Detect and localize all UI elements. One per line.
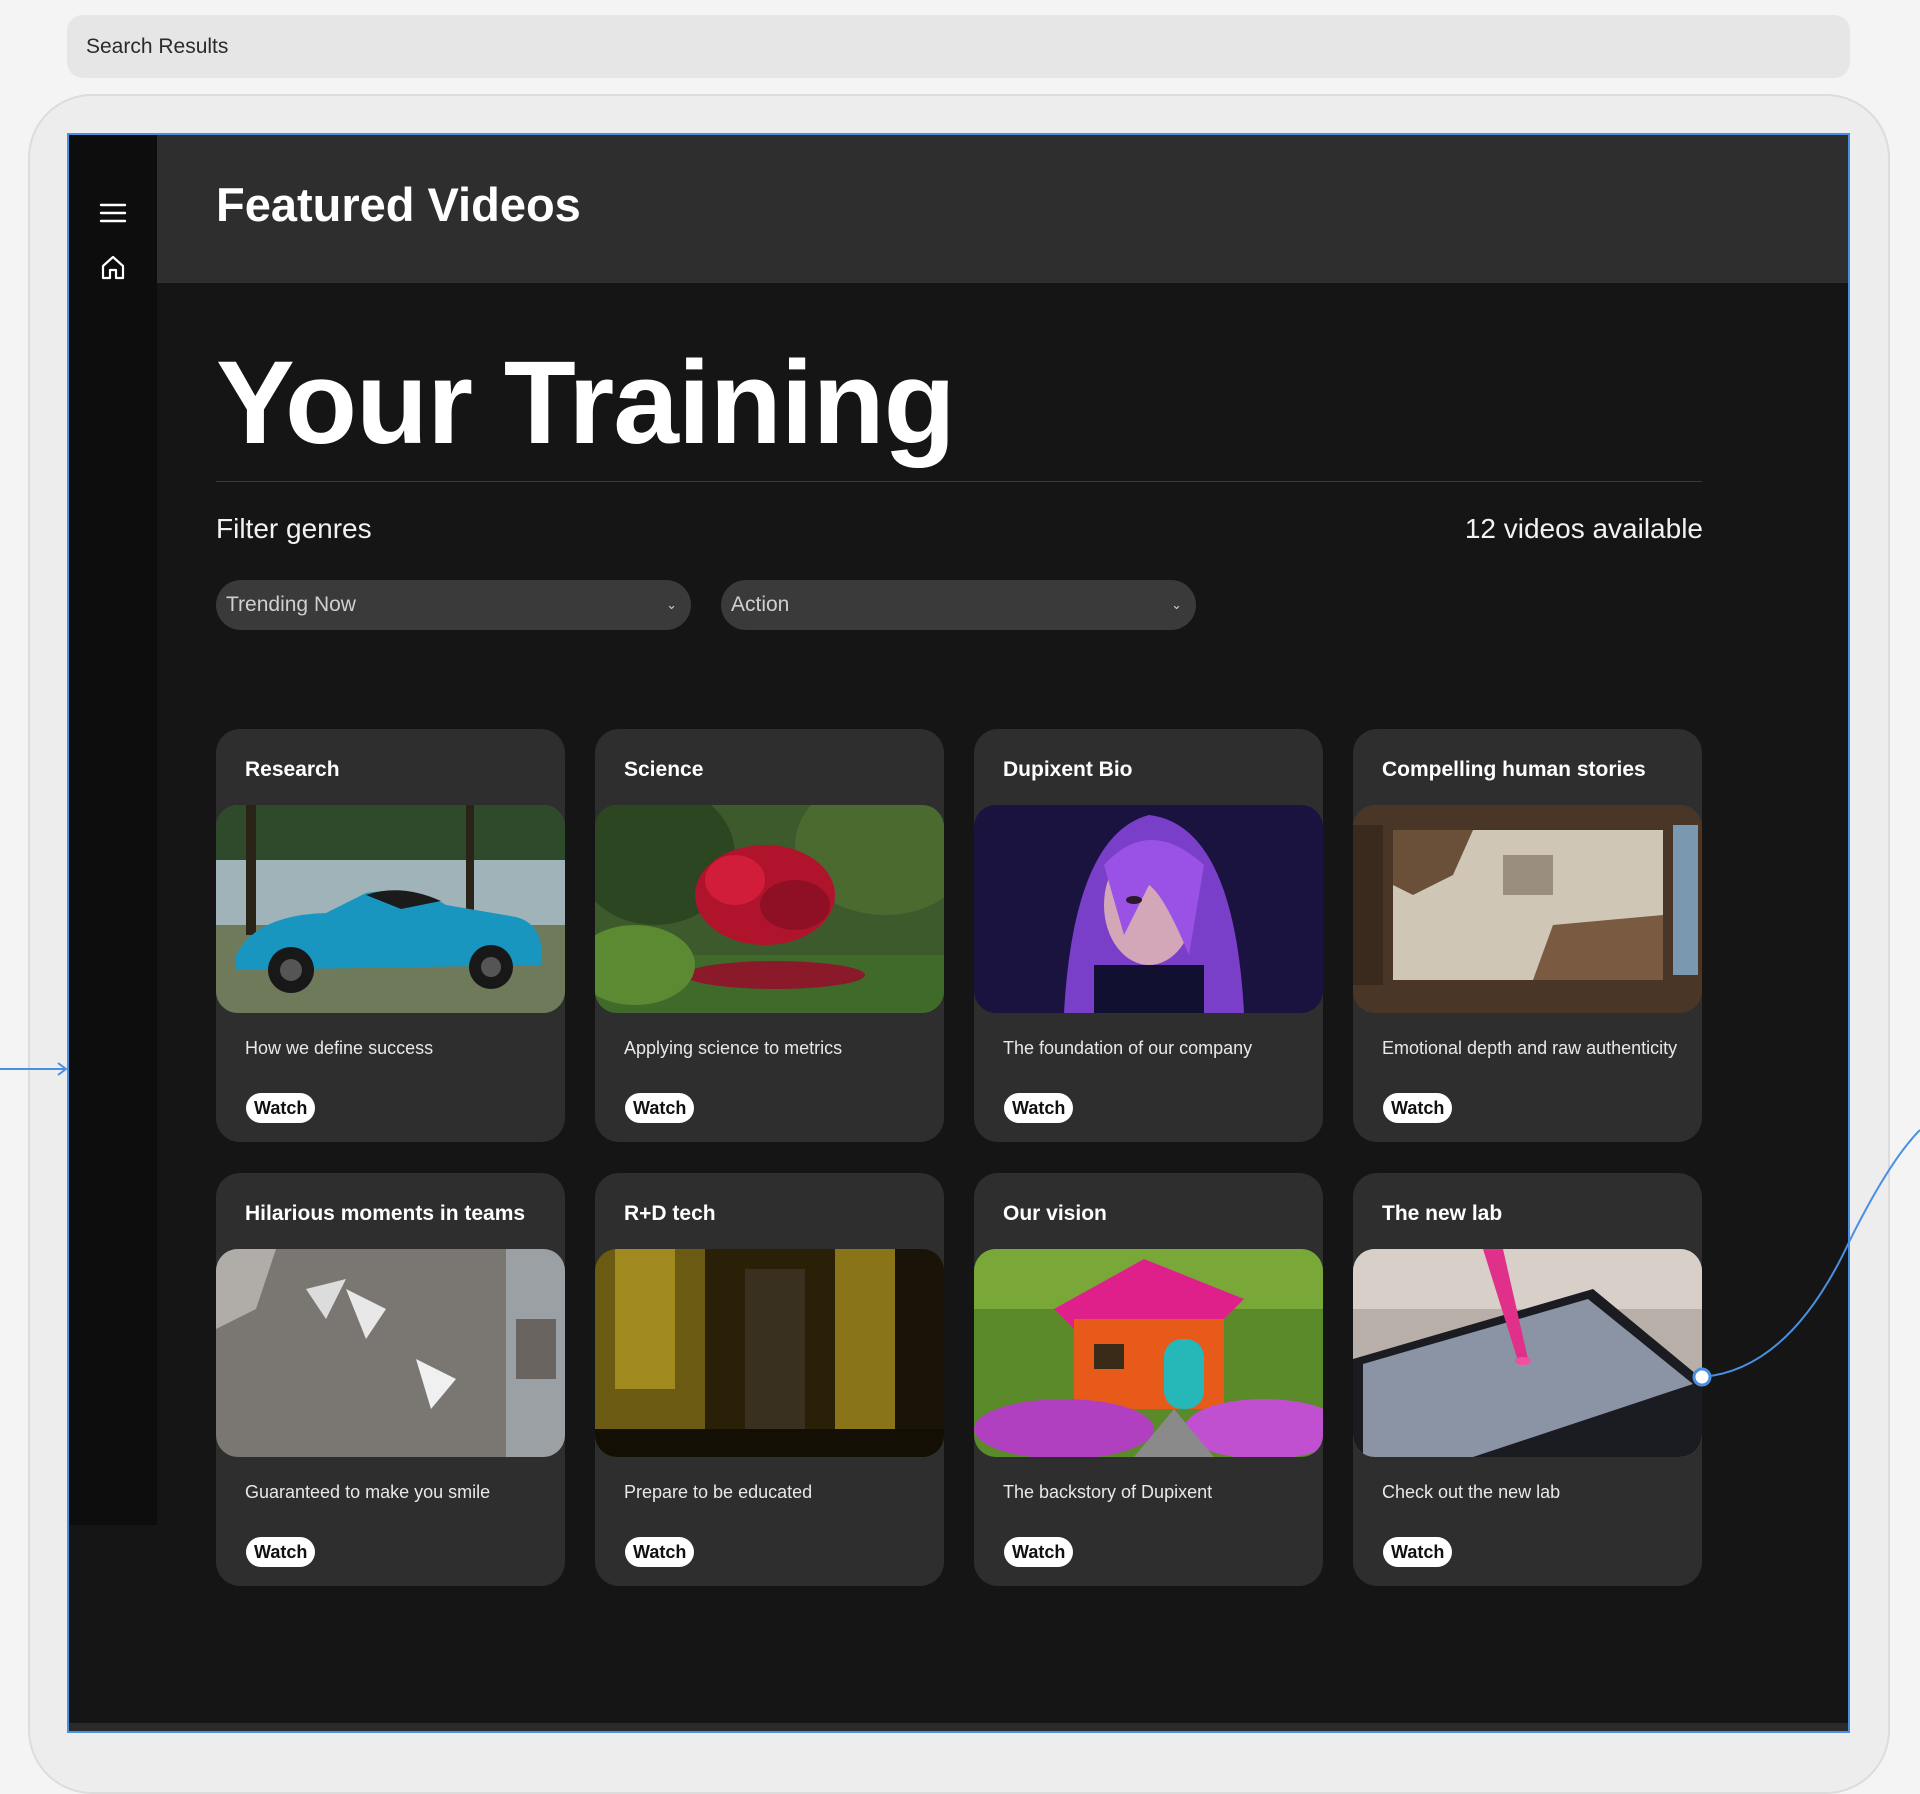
video-card-rd-tech[interactable]: R+D tech Prepare to be educated Watch	[595, 1173, 944, 1586]
card-image-portrait	[974, 805, 1323, 1013]
watch-button[interactable]: Watch	[625, 1093, 695, 1123]
watch-button[interactable]: Watch	[246, 1537, 316, 1567]
genre-select-2-value: Action	[731, 593, 790, 616]
chevron-down-icon: ⌄	[1171, 597, 1182, 612]
sidebar	[69, 135, 157, 1525]
card-image-graffiti	[216, 1249, 565, 1457]
card-image-poster-wall	[1353, 805, 1702, 1013]
search-results-bar[interactable]: Search Results	[67, 15, 1850, 78]
video-card-science[interactable]: Science Applying science to metrics Watc…	[595, 729, 944, 1142]
menu-icon[interactable]	[97, 197, 129, 229]
watch-button[interactable]: Watch	[1383, 1093, 1453, 1123]
card-image-car	[216, 805, 565, 1013]
video-card-our-vision[interactable]: Our vision The backstory of Dupixent Wat…	[974, 1173, 1323, 1586]
card-title: Hilarious moments in teams	[245, 1202, 526, 1225]
watch-button[interactable]: Watch	[246, 1093, 316, 1123]
header-bar: Featured Videos	[157, 135, 1848, 283]
card-description: Emotional depth and raw authenticity	[1382, 1038, 1678, 1058]
video-card-hilarious-moments[interactable]: Hilarious moments in teams Guaranteed to…	[216, 1173, 565, 1586]
filter-genres-label: Filter genres	[216, 513, 372, 544]
card-description: How we define success	[245, 1038, 434, 1058]
video-count-label: 12 videos available	[1464, 513, 1703, 544]
card-title: Dupixent Bio	[1003, 758, 1133, 781]
home-icon[interactable]	[97, 251, 129, 283]
chevron-down-icon: ⌄	[666, 597, 677, 612]
watch-button[interactable]: Watch	[625, 1537, 695, 1567]
card-image-corridor	[595, 1249, 944, 1457]
card-description: Check out the new lab	[1382, 1482, 1561, 1502]
card-title: R+D tech	[624, 1202, 716, 1225]
card-image-garden	[595, 805, 944, 1013]
video-card-compelling-human-stories[interactable]: Compelling human stories Emotional depth…	[1353, 729, 1702, 1142]
title-divider	[216, 481, 1702, 482]
card-description: Prepare to be educated	[624, 1482, 813, 1502]
video-card-the-new-lab[interactable]: The new lab Check out the new lab Watch	[1353, 1173, 1702, 1586]
card-description: The backstory of Dupixent	[1003, 1482, 1213, 1502]
video-card-dupixent-bio[interactable]: Dupixent Bio The foundation of our compa…	[974, 729, 1323, 1142]
watch-button[interactable]: Watch	[1004, 1537, 1074, 1567]
card-title: Compelling human stories	[1382, 758, 1646, 781]
card-description: Applying science to metrics	[624, 1038, 843, 1058]
card-title: The new lab	[1382, 1202, 1503, 1225]
header-title: Featured Videos	[216, 178, 581, 231]
card-title: Our vision	[1003, 1202, 1107, 1225]
video-card-research[interactable]: Research How we define success Watch	[216, 729, 565, 1142]
watch-button[interactable]: Watch	[1383, 1537, 1453, 1567]
card-description: The foundation of our company	[1003, 1038, 1253, 1058]
card-description: Guaranteed to make you smile	[245, 1482, 491, 1502]
bottom-bar	[69, 1723, 1848, 1731]
genre-select-1[interactable]: Trending Now ⌄	[216, 580, 691, 630]
search-results-label: Search Results	[86, 34, 229, 58]
genre-select-2[interactable]: Action ⌄	[721, 580, 1196, 630]
page-title: Your Training	[216, 337, 956, 469]
card-title: Science	[624, 758, 704, 781]
card-image-lab	[1353, 1249, 1702, 1457]
card-image-cottage	[974, 1249, 1323, 1457]
watch-button[interactable]: Watch	[1004, 1093, 1074, 1123]
genre-select-1-value: Trending Now	[226, 593, 356, 616]
app-window: Featured Videos Your Training Filter gen…	[67, 133, 1850, 1733]
card-title: Research	[245, 758, 340, 781]
